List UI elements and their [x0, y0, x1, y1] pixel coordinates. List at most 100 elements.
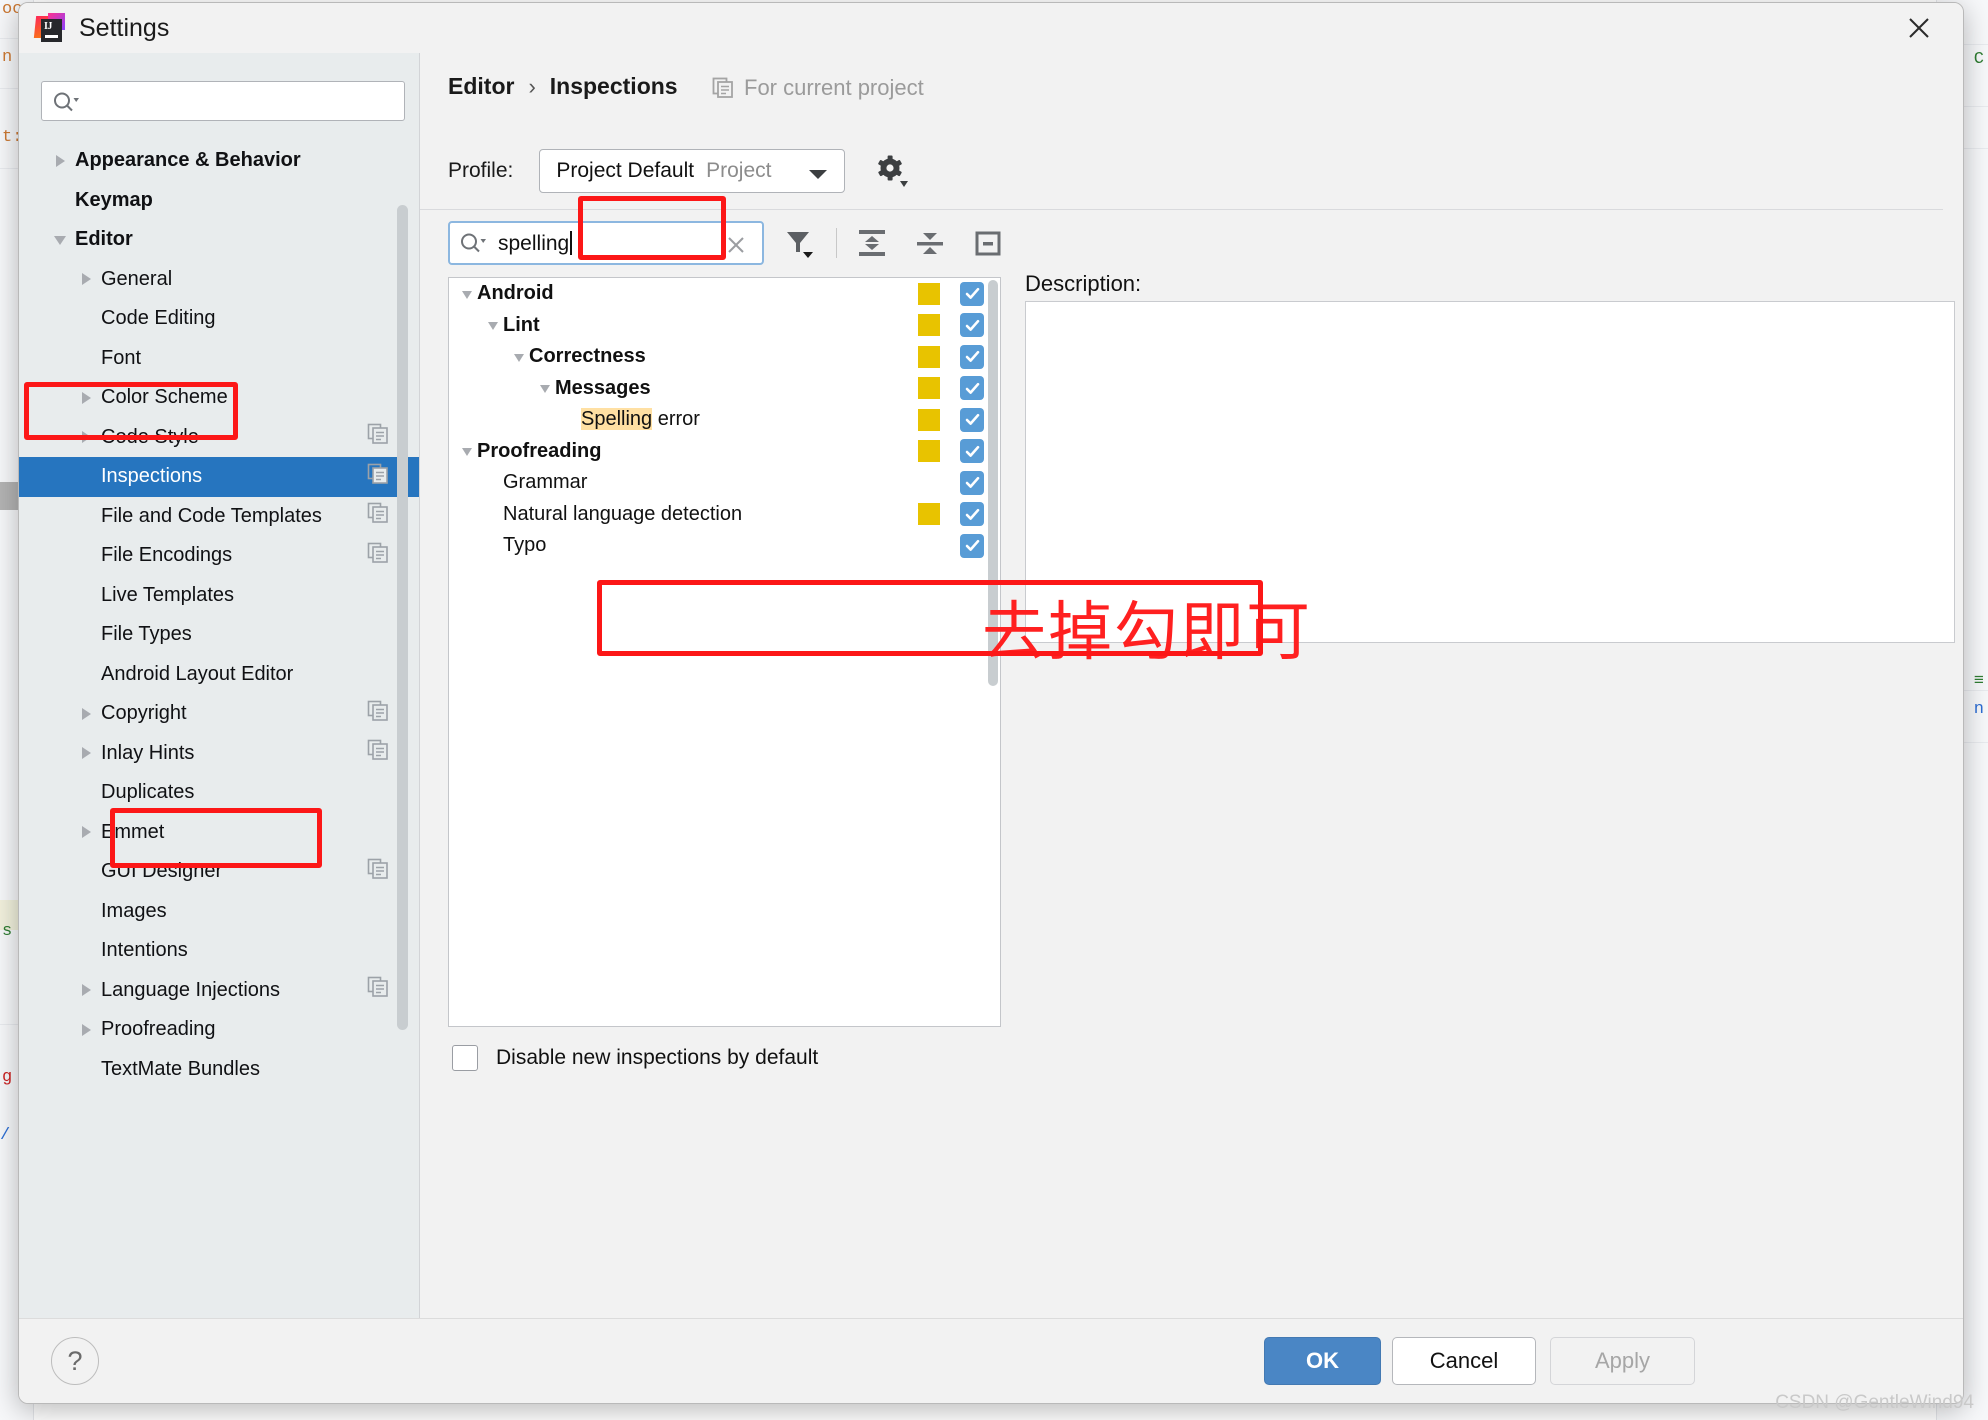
sidebar-item-duplicates[interactable]: Duplicates	[19, 773, 419, 813]
inspection-checkbox[interactable]	[960, 407, 984, 432]
expand-all-icon[interactable]	[849, 221, 895, 265]
inspection-checkbox[interactable]	[960, 533, 984, 558]
chevron-right-icon[interactable]	[75, 745, 97, 761]
sidebar-item-color-scheme[interactable]: Color Scheme	[19, 378, 419, 418]
inspection-row[interactable]: Spelling error	[449, 404, 1000, 436]
inspection-checkbox[interactable]	[960, 344, 984, 369]
sidebar-item-textmate-bundles[interactable]: TextMate Bundles	[19, 1050, 419, 1090]
sidebar-item-intentions[interactable]: Intentions	[19, 931, 419, 971]
sidebar-item-android-layout-editor[interactable]: Android Layout Editor	[19, 655, 419, 695]
sidebar-item-live-templates[interactable]: Live Templates	[19, 576, 419, 616]
chevron-down-icon[interactable]	[49, 232, 71, 248]
severity-indicator[interactable]	[918, 503, 940, 526]
copy-settings-icon[interactable]	[367, 976, 389, 1004]
chevron-right-icon[interactable]	[75, 706, 97, 722]
inspection-row[interactable]: Lint	[449, 310, 1000, 342]
severity-indicator[interactable]	[918, 377, 940, 400]
checkbox-box[interactable]	[452, 1045, 478, 1071]
chevron-right-icon[interactable]	[75, 429, 97, 445]
sidebar-item-file-encodings[interactable]: File Encodings	[19, 536, 419, 576]
dialog-button-bar: ? OK Cancel Apply	[19, 1318, 1963, 1403]
collapse-all-icon[interactable]	[907, 221, 953, 265]
inspection-checkbox[interactable]	[960, 281, 984, 306]
chevron-down-icon[interactable]	[535, 381, 555, 395]
inspection-checkbox[interactable]	[960, 470, 984, 495]
sidebar-item-emmet[interactable]: Emmet	[19, 813, 419, 853]
sidebar-item-inlay-hints[interactable]: Inlay Hints	[19, 734, 419, 774]
chevron-down-icon[interactable]	[457, 444, 477, 458]
help-button[interactable]: ?	[51, 1337, 99, 1385]
chevron-right-icon[interactable]	[49, 153, 71, 169]
inspection-row[interactable]: Messages	[449, 373, 1000, 405]
copy-settings-icon[interactable]	[367, 502, 389, 530]
apply-button[interactable]: Apply	[1550, 1337, 1695, 1385]
clear-icon[interactable]	[724, 233, 748, 262]
copy-settings-icon[interactable]	[367, 542, 389, 570]
description-label: Description:	[1025, 271, 1142, 296]
sidebar-item-font[interactable]: Font	[19, 339, 419, 379]
sidebar-item-label: Editor	[75, 228, 133, 251]
inspection-label: Lint	[503, 313, 540, 336]
inspection-row[interactable]: Typo	[449, 530, 1000, 562]
reset-icon[interactable]	[965, 221, 1011, 265]
disable-new-inspections-checkbox[interactable]: Disable new inspections by default	[452, 1045, 818, 1071]
search-input[interactable]	[86, 82, 396, 120]
chevron-down-icon[interactable]	[509, 350, 529, 364]
sidebar-item-code-style[interactable]: Code Style	[19, 418, 419, 458]
sidebar-item-copyright[interactable]: Copyright	[19, 694, 419, 734]
sidebar-item-file-and-code-templates[interactable]: File and Code Templates	[19, 497, 419, 537]
sidebar-item-images[interactable]: Images	[19, 892, 419, 932]
sidebar-item-gui-designer[interactable]: GUI Designer	[19, 852, 419, 892]
search-icon	[53, 91, 79, 118]
sidebar-item-inspections[interactable]: Inspections	[19, 457, 419, 497]
chevron-right-icon[interactable]	[75, 271, 97, 287]
copy-settings-icon[interactable]	[367, 423, 389, 451]
copy-settings-icon[interactable]	[367, 858, 389, 886]
ok-button[interactable]: OK	[1264, 1337, 1381, 1385]
chevron-right-icon[interactable]	[75, 1022, 97, 1038]
watermark: CSDN @GentleWind94	[1775, 1392, 1974, 1413]
inspection-row[interactable]: Natural language detection	[449, 499, 1000, 531]
sidebar-scrollbar[interactable]	[397, 205, 408, 1030]
profile-dropdown[interactable]: Project Default Project	[539, 149, 846, 193]
severity-indicator[interactable]	[918, 440, 940, 463]
close-icon[interactable]	[1897, 11, 1941, 45]
profile-name: Project Default	[556, 159, 695, 182]
sidebar-item-appearance-behavior[interactable]: Appearance & Behavior	[19, 141, 419, 181]
severity-indicator[interactable]	[918, 345, 940, 368]
sidebar-item-editor[interactable]: Editor	[19, 220, 419, 260]
sidebar-item-file-types[interactable]: File Types	[19, 615, 419, 655]
chevron-down-icon[interactable]	[457, 287, 477, 301]
cancel-button[interactable]: Cancel	[1392, 1337, 1536, 1385]
severity-indicator[interactable]	[918, 314, 940, 337]
severity-indicator[interactable]	[918, 408, 940, 431]
severity-indicator[interactable]	[918, 282, 940, 305]
copy-settings-icon[interactable]	[367, 739, 389, 767]
gear-icon[interactable]	[875, 154, 909, 188]
sidebar-item-label: Inspections	[101, 465, 203, 488]
inspection-checkbox[interactable]	[960, 439, 984, 464]
inspections-search-box[interactable]: spelling	[448, 221, 764, 265]
sidebar-item-proofreading[interactable]: Proofreading	[19, 1010, 419, 1050]
inspection-checkbox[interactable]	[960, 376, 984, 401]
chevron-right-icon[interactable]	[75, 982, 97, 998]
sidebar-search-box[interactable]	[41, 81, 405, 121]
inspection-checkbox[interactable]	[960, 502, 984, 527]
sidebar-item-general[interactable]: General	[19, 260, 419, 300]
sidebar-item-code-editing[interactable]: Code Editing	[19, 299, 419, 339]
inspection-row[interactable]: Android	[449, 278, 1000, 310]
filter-icon[interactable]	[776, 221, 822, 265]
copy-settings-icon[interactable]	[367, 700, 389, 728]
chevron-right-icon[interactable]	[75, 824, 97, 840]
copy-settings-icon[interactable]	[367, 463, 389, 491]
inspection-checkbox[interactable]	[960, 313, 984, 338]
chevron-right-icon[interactable]	[75, 390, 97, 406]
chevron-down-icon[interactable]	[483, 318, 503, 332]
breadcrumb-parent[interactable]: Editor	[448, 73, 514, 100]
inspection-row[interactable]: Grammar	[449, 467, 1000, 499]
inspection-row[interactable]: Correctness	[449, 341, 1000, 373]
sidebar-item-keymap[interactable]: Keymap	[19, 181, 419, 221]
sidebar-item-language-injections[interactable]: Language Injections	[19, 971, 419, 1011]
for-current-project-link[interactable]: For current project	[712, 75, 924, 101]
inspection-row[interactable]: Proofreading	[449, 436, 1000, 468]
